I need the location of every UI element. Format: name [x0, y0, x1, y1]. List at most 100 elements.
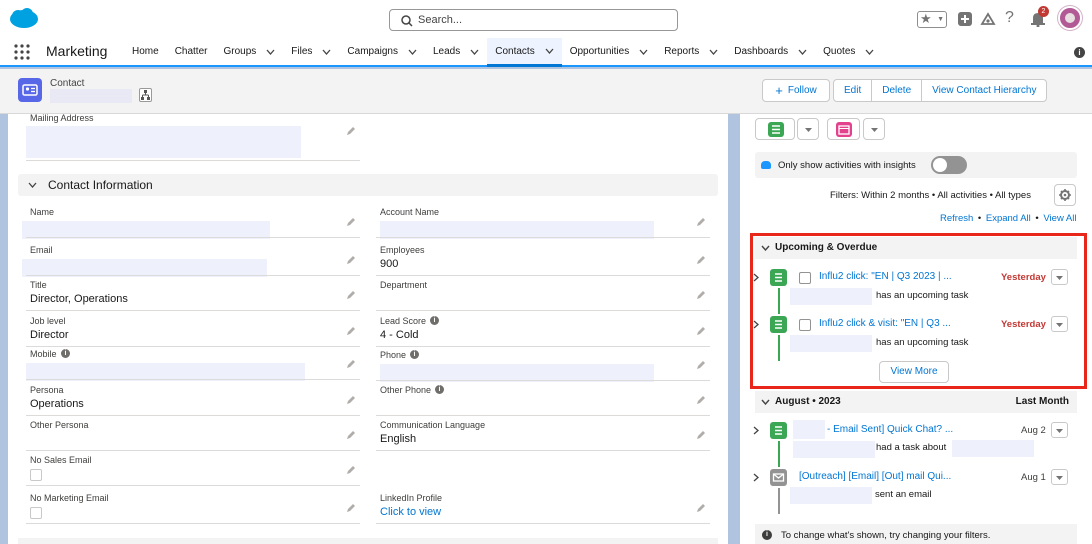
edit-pencil-icon[interactable] — [346, 326, 356, 336]
delete-button[interactable]: Delete — [872, 80, 923, 101]
edit-pencil-icon[interactable] — [696, 326, 706, 336]
filter-settings-button[interactable] — [1054, 184, 1076, 206]
chevron-down-icon[interactable] — [470, 49, 479, 55]
activity-menu-button[interactable] — [1051, 422, 1068, 438]
app-launcher-icon[interactable] — [14, 44, 30, 60]
section-title: Contact Information — [48, 178, 153, 192]
field-value: 900 — [380, 258, 399, 270]
field-label: Title — [30, 280, 47, 290]
salesforce-logo-icon[interactable] — [9, 8, 39, 29]
view-all-link[interactable]: View All — [1043, 213, 1076, 224]
nav-item-reports[interactable]: Reports — [656, 38, 726, 65]
edit-pencil-icon[interactable] — [696, 430, 706, 440]
field-no-marketing-email: No Marketing Email — [26, 493, 360, 525]
nav-item-quotes[interactable]: Quotes — [815, 38, 882, 65]
new-task-menu-button[interactable] — [797, 118, 819, 140]
field-label: Account Name — [380, 207, 440, 217]
nav-item-groups[interactable]: Groups — [215, 38, 283, 65]
filters-summary: Filters: Within 2 months • All activitie… — [830, 190, 1031, 201]
expand-all-link[interactable]: Expand All — [986, 213, 1031, 224]
field-value: Operations — [30, 398, 84, 410]
new-event-menu-button[interactable] — [863, 118, 885, 140]
chevron-down-icon[interactable] — [322, 49, 331, 55]
edit-pencil-icon[interactable] — [346, 503, 356, 513]
linkedin-profile-link[interactable]: Click to view — [380, 506, 441, 518]
new-task-button[interactable] — [755, 118, 795, 140]
edit-pencil-icon[interactable] — [346, 465, 356, 475]
follow-button[interactable]: + Follow — [762, 79, 830, 102]
activity-date: Aug 1 — [1021, 472, 1046, 483]
subject-redacted — [952, 440, 1034, 457]
view-contact-hierarchy-button[interactable]: View Contact Hierarchy — [922, 80, 1046, 101]
edit-pencil-icon[interactable] — [346, 430, 356, 440]
field-divider — [376, 450, 710, 451]
nav-item-home[interactable]: Home — [124, 38, 167, 65]
nav-item-chatter[interactable]: Chatter — [167, 38, 216, 65]
info-icon[interactable]: i — [435, 385, 444, 394]
nav-item-leads[interactable]: Leads — [425, 38, 487, 65]
field-divider — [26, 346, 360, 347]
timeline-line — [778, 488, 780, 514]
august-2023-header[interactable]: August • 2023 Last Month — [755, 391, 1077, 413]
nav-item-label: Quotes — [823, 46, 856, 57]
nav-item-label: Campaigns — [347, 46, 398, 57]
field-label: Communication Language — [380, 420, 486, 430]
edit-pencil-icon[interactable] — [696, 255, 706, 265]
chevron-down-icon[interactable] — [798, 49, 807, 55]
activity-title-link[interactable]: [Outreach] [Email] [Out] mail Qui... — [799, 471, 951, 482]
chevron-down-icon[interactable] — [865, 49, 874, 55]
activity-menu-button[interactable] — [1051, 469, 1068, 485]
einstein-cloud-icon — [761, 161, 771, 169]
nav-item-dashboards[interactable]: Dashboards — [726, 38, 815, 65]
nav-item-contacts[interactable]: Contacts — [487, 38, 562, 67]
field-divider — [376, 380, 710, 381]
edit-pencil-icon[interactable] — [346, 126, 356, 136]
chevron-down-icon[interactable] — [408, 49, 417, 55]
edit-pencil-icon[interactable] — [346, 217, 356, 227]
mailing-address-label: Mailing Address — [30, 113, 94, 123]
refresh-link[interactable]: Refresh — [940, 213, 973, 224]
nav-item-label: Opportunities — [569, 46, 630, 57]
edit-pencil-icon[interactable] — [696, 395, 706, 405]
user-avatar[interactable] — [1058, 6, 1082, 30]
help-icon[interactable]: ? — [1005, 9, 1014, 27]
global-search-input[interactable]: Search... — [389, 9, 678, 31]
nav-item-files[interactable]: Files — [283, 38, 339, 65]
edit-pencil-icon[interactable] — [346, 359, 356, 369]
task-icon — [768, 122, 784, 137]
edit-pencil-icon[interactable] — [346, 255, 356, 265]
info-icon[interactable]: i — [410, 350, 419, 359]
trailhead-icon[interactable] — [980, 11, 996, 27]
chevron-right-icon[interactable] — [753, 426, 759, 435]
nav-item-opportunities[interactable]: Opportunities — [562, 38, 656, 65]
edit-pencil-icon[interactable] — [696, 503, 706, 513]
chevron-down-icon[interactable] — [545, 48, 554, 54]
activity-title-link[interactable]: - Email Sent] Quick Chat? ... — [827, 424, 953, 435]
favorites-button[interactable]: ★ ▼ — [917, 11, 947, 28]
edit-pencil-icon[interactable] — [696, 360, 706, 370]
edit-button[interactable]: Edit — [834, 80, 873, 101]
edit-pencil-icon[interactable] — [696, 290, 706, 300]
info-icon[interactable]: i — [430, 316, 439, 325]
edit-pencil-icon[interactable] — [346, 290, 356, 300]
nav-item-campaigns[interactable]: Campaigns — [339, 38, 425, 65]
insights-toggle[interactable] — [931, 156, 967, 174]
info-icon[interactable]: i — [1074, 47, 1085, 58]
field-title: Title Director, Operations — [26, 280, 360, 312]
contact-information-section-header[interactable]: Contact Information — [18, 174, 718, 196]
app-name: Marketing — [46, 43, 108, 59]
hierarchy-icon[interactable] — [139, 88, 152, 102]
field-label: Name — [30, 207, 55, 217]
new-event-button[interactable] — [827, 118, 860, 140]
field-linkedin-profile: LinkedIn Profile Click to view — [376, 493, 710, 525]
info-icon[interactable]: i — [61, 349, 70, 358]
edit-pencil-icon[interactable] — [346, 395, 356, 405]
chevron-down-icon[interactable] — [639, 49, 648, 55]
global-actions-plus-icon[interactable] — [958, 12, 972, 26]
chevron-right-icon[interactable] — [753, 473, 759, 482]
chevron-down-icon[interactable] — [266, 49, 275, 55]
field-checkbox — [30, 507, 42, 519]
chevron-down-icon[interactable] — [709, 49, 718, 55]
nav-item-label: Reports — [664, 46, 700, 57]
edit-pencil-icon[interactable] — [696, 217, 706, 227]
